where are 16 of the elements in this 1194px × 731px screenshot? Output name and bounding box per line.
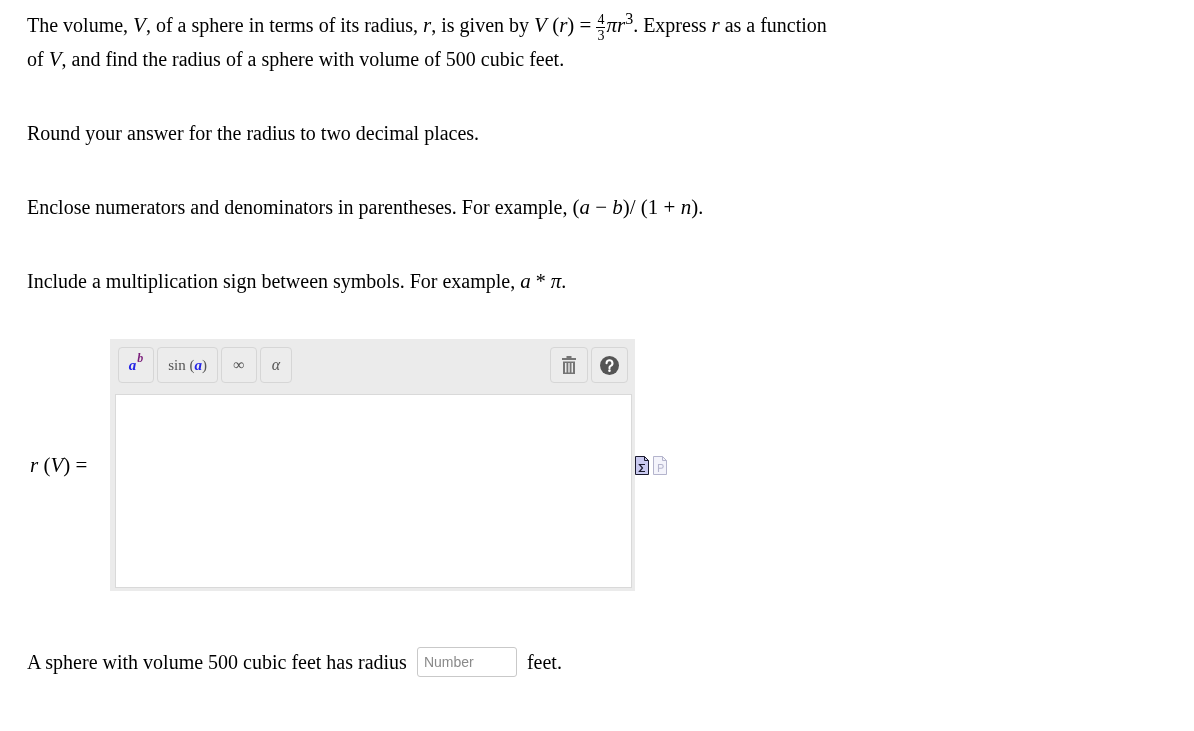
instruction-text: Round your answer for the radius to two decimal places. [27, 121, 480, 147]
function-label: r (V) = [29, 452, 89, 478]
answer-prompt-text: A sphere with volume 500 cubic feet has radius [27, 650, 407, 674]
sine-button[interactable]: sin (a) [157, 347, 218, 383]
instruction-text: Enclose numerators and denominators in parentheses. For example, (a − b)/ (1 + n). [27, 194, 704, 221]
unit-text: feet. [526, 650, 562, 674]
symbol-button[interactable]: ∞ [221, 347, 257, 383]
trash-icon [562, 356, 576, 374]
symbol-button[interactable]: α [260, 347, 292, 383]
instruction-text: Include a multiplication sign between symbols. For example, a * π. [27, 268, 567, 295]
answer-field[interactable] [115, 394, 632, 588]
help-icon [600, 355, 619, 375]
delete-button[interactable] [550, 347, 588, 383]
radius-input[interactable]: Number [416, 647, 517, 677]
sigma-document-icon[interactable] [635, 455, 649, 475]
help-button[interactable] [591, 347, 628, 383]
